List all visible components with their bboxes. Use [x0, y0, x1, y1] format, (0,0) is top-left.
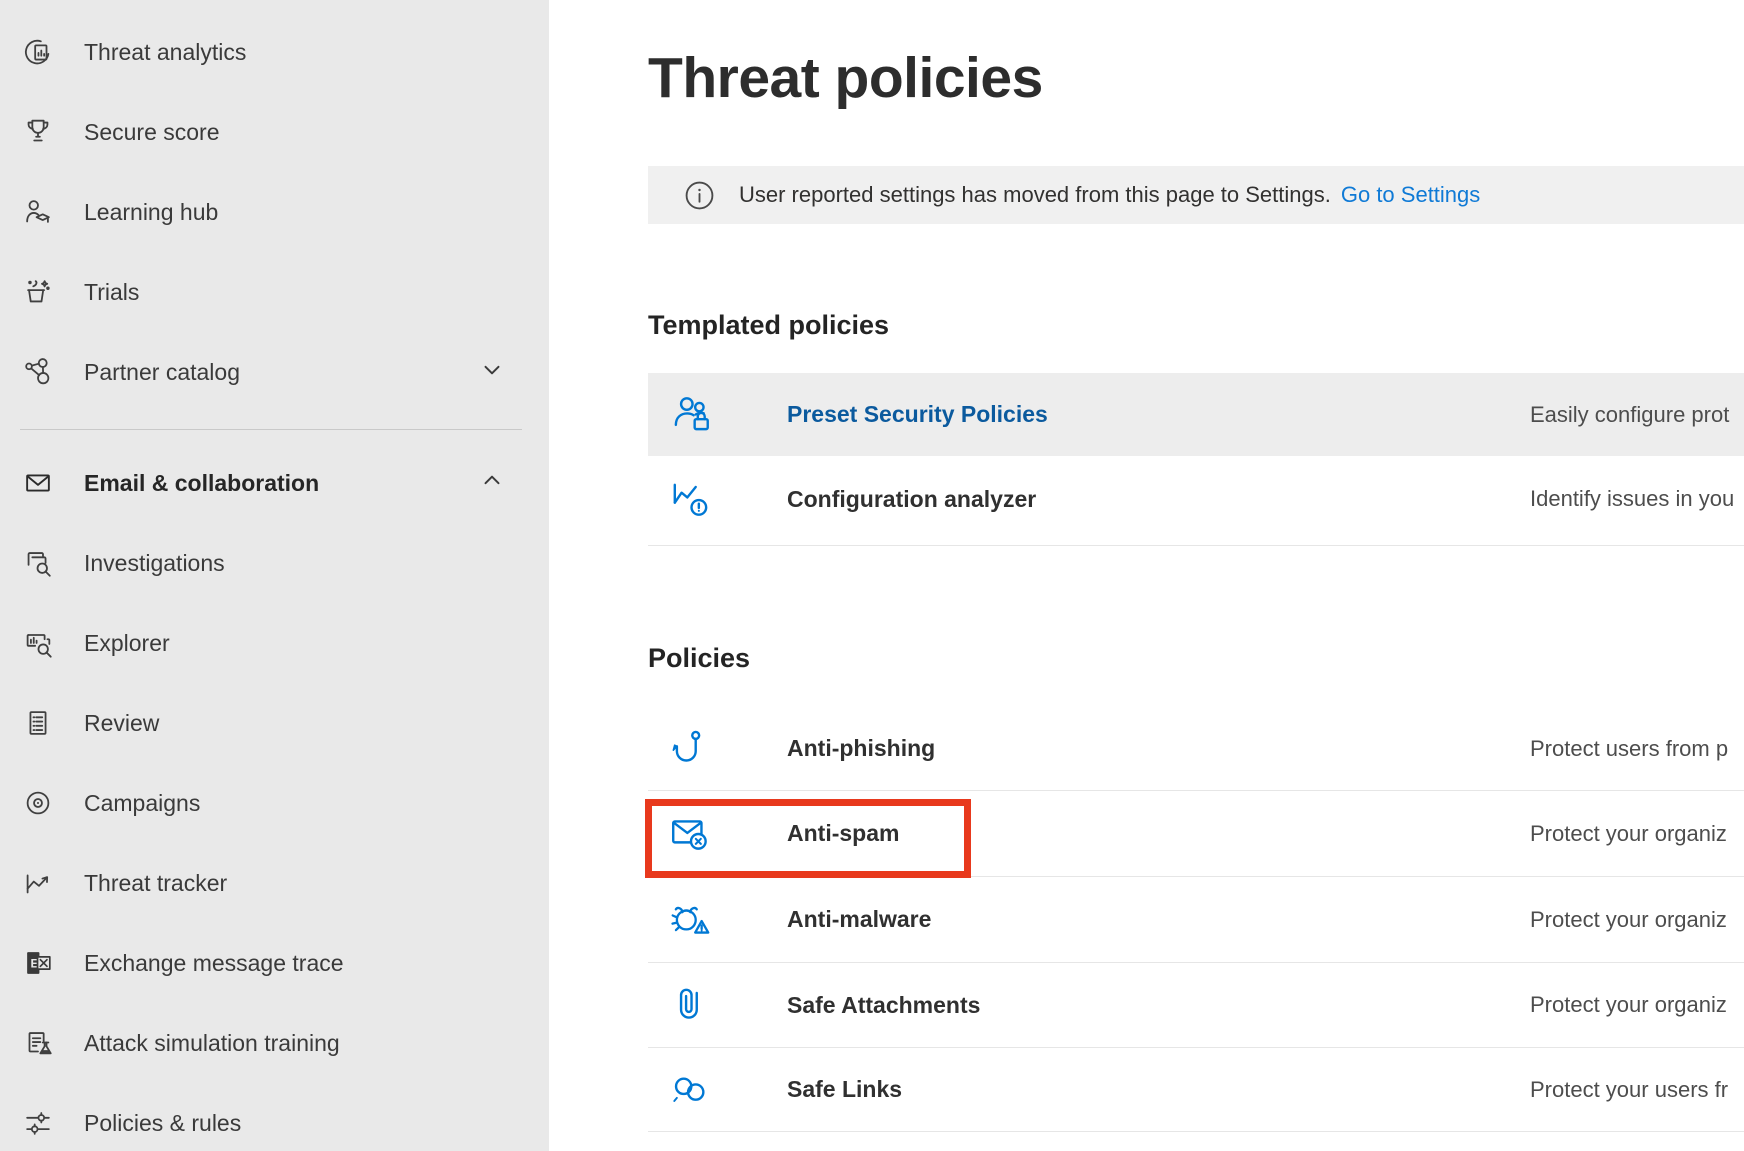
sidebar-item-policies-rules[interactable]: Policies & rules	[0, 1083, 549, 1151]
sidebar-item-trials[interactable]: Trials	[0, 252, 549, 332]
row-description: Protect your organiz	[1530, 992, 1727, 1018]
sidebar-item-label: Campaigns	[84, 790, 200, 817]
sidebar-item-label: Explorer	[84, 630, 170, 657]
policies-rules-icon	[20, 1105, 56, 1141]
row-configuration-analyzer[interactable]: Configuration analyzer Identify issues i…	[648, 456, 1744, 542]
sidebar-item-label: Review	[84, 710, 159, 737]
sidebar-item-label: Exchange message trace	[84, 950, 344, 977]
row-label: Anti-spam	[787, 820, 899, 847]
threat-tracker-icon	[20, 865, 56, 901]
sidebar-item-threat-analytics[interactable]: Threat analytics	[0, 12, 549, 92]
left-nav-sidebar: Threat analytics Secure score	[0, 0, 549, 1151]
attack-simulation-icon	[20, 1025, 56, 1061]
row-label: Anti-phishing	[787, 735, 935, 762]
row-label: Safe Links	[787, 1076, 902, 1103]
chevron-up-icon[interactable]	[479, 468, 505, 499]
sidebar-item-learning-hub[interactable]: Learning hub	[0, 172, 549, 252]
row-safe-links[interactable]: Safe Links Protect your users fr	[648, 1048, 1744, 1131]
sidebar-item-label: Partner catalog	[84, 359, 240, 386]
row-divider	[648, 1131, 1744, 1132]
sidebar-item-label: Policies & rules	[84, 1110, 241, 1137]
page-title: Threat policies	[648, 42, 1043, 114]
trials-icon	[20, 274, 56, 310]
row-preset-security-policies[interactable]: Preset Security Policies Easily configur…	[648, 373, 1744, 456]
info-banner: User reported settings has moved from th…	[648, 166, 1744, 224]
sidebar-item-label: Threat tracker	[84, 870, 227, 897]
preset-security-icon	[668, 392, 714, 438]
partner-catalog-icon	[20, 354, 56, 390]
row-safe-attachments[interactable]: Safe Attachments Protect your organiz	[648, 963, 1744, 1047]
row-label: Configuration analyzer	[787, 486, 1036, 513]
sidebar-item-partner-catalog[interactable]: Partner catalog	[0, 332, 549, 412]
sidebar-item-campaigns[interactable]: Campaigns	[0, 763, 549, 843]
row-description: Easily configure prot	[1530, 402, 1729, 428]
row-description: Protect your organiz	[1530, 821, 1727, 847]
sidebar-section-email-collaboration[interactable]: Email & collaboration	[0, 443, 549, 523]
sidebar-item-threat-tracker[interactable]: Threat tracker	[0, 843, 549, 923]
row-description: Protect users from p	[1530, 736, 1728, 762]
secure-score-icon	[20, 114, 56, 150]
anti-malware-icon	[668, 897, 714, 943]
safe-attachments-icon	[668, 982, 714, 1028]
sidebar-item-secure-score[interactable]: Secure score	[0, 92, 549, 172]
sidebar-section-label: Email & collaboration	[84, 470, 319, 497]
sidebar-item-label: Attack simulation training	[84, 1030, 340, 1057]
main-content: Threat policies User reported settings h…	[549, 0, 1744, 1151]
safe-links-icon	[668, 1067, 714, 1113]
row-label: Safe Attachments	[787, 992, 980, 1019]
learning-hub-icon	[20, 194, 56, 230]
chevron-down-icon[interactable]	[479, 357, 505, 388]
anti-spam-icon	[668, 811, 714, 857]
email-icon	[20, 465, 56, 501]
sidebar-item-label: Secure score	[84, 119, 220, 146]
anti-phishing-icon	[668, 726, 714, 772]
go-to-settings-link[interactable]: Go to Settings	[1341, 182, 1480, 208]
sidebar-item-label: Threat analytics	[84, 39, 246, 66]
sidebar-item-label: Trials	[84, 279, 139, 306]
sidebar-divider	[20, 429, 522, 430]
info-icon	[684, 180, 715, 211]
row-label: Anti-malware	[787, 906, 931, 933]
banner-message: User reported settings has moved from th…	[739, 182, 1331, 208]
row-description: Identify issues in you	[1530, 486, 1734, 512]
configuration-analyzer-icon	[668, 476, 714, 522]
templated-policies-heading: Templated policies	[648, 305, 889, 345]
sidebar-item-explorer[interactable]: Explorer	[0, 603, 549, 683]
threat-analytics-icon	[20, 34, 56, 70]
sidebar-item-label: Learning hub	[84, 199, 218, 226]
campaigns-icon	[20, 785, 56, 821]
row-description: Protect your users fr	[1530, 1077, 1728, 1103]
row-divider	[648, 545, 1744, 546]
sidebar-item-label: Investigations	[84, 550, 225, 577]
sidebar-item-review[interactable]: Review	[0, 683, 549, 763]
sidebar-item-exchange-message-trace[interactable]: E Exchange message trace	[0, 923, 549, 1003]
row-anti-spam[interactable]: Anti-spam Protect your organiz	[648, 791, 1744, 876]
policies-heading: Policies	[648, 638, 750, 678]
sidebar-item-attack-simulation-training[interactable]: Attack simulation training	[0, 1003, 549, 1083]
explorer-icon	[20, 625, 56, 661]
row-description: Protect your organiz	[1530, 907, 1727, 933]
review-icon	[20, 705, 56, 741]
exchange-icon: E	[20, 945, 56, 981]
sidebar-item-investigations[interactable]: Investigations	[0, 523, 549, 603]
row-label[interactable]: Preset Security Policies	[787, 401, 1048, 428]
row-anti-phishing[interactable]: Anti-phishing Protect users from p	[648, 707, 1744, 790]
row-anti-malware[interactable]: Anti-malware Protect your organiz	[648, 877, 1744, 962]
investigations-icon	[20, 545, 56, 581]
